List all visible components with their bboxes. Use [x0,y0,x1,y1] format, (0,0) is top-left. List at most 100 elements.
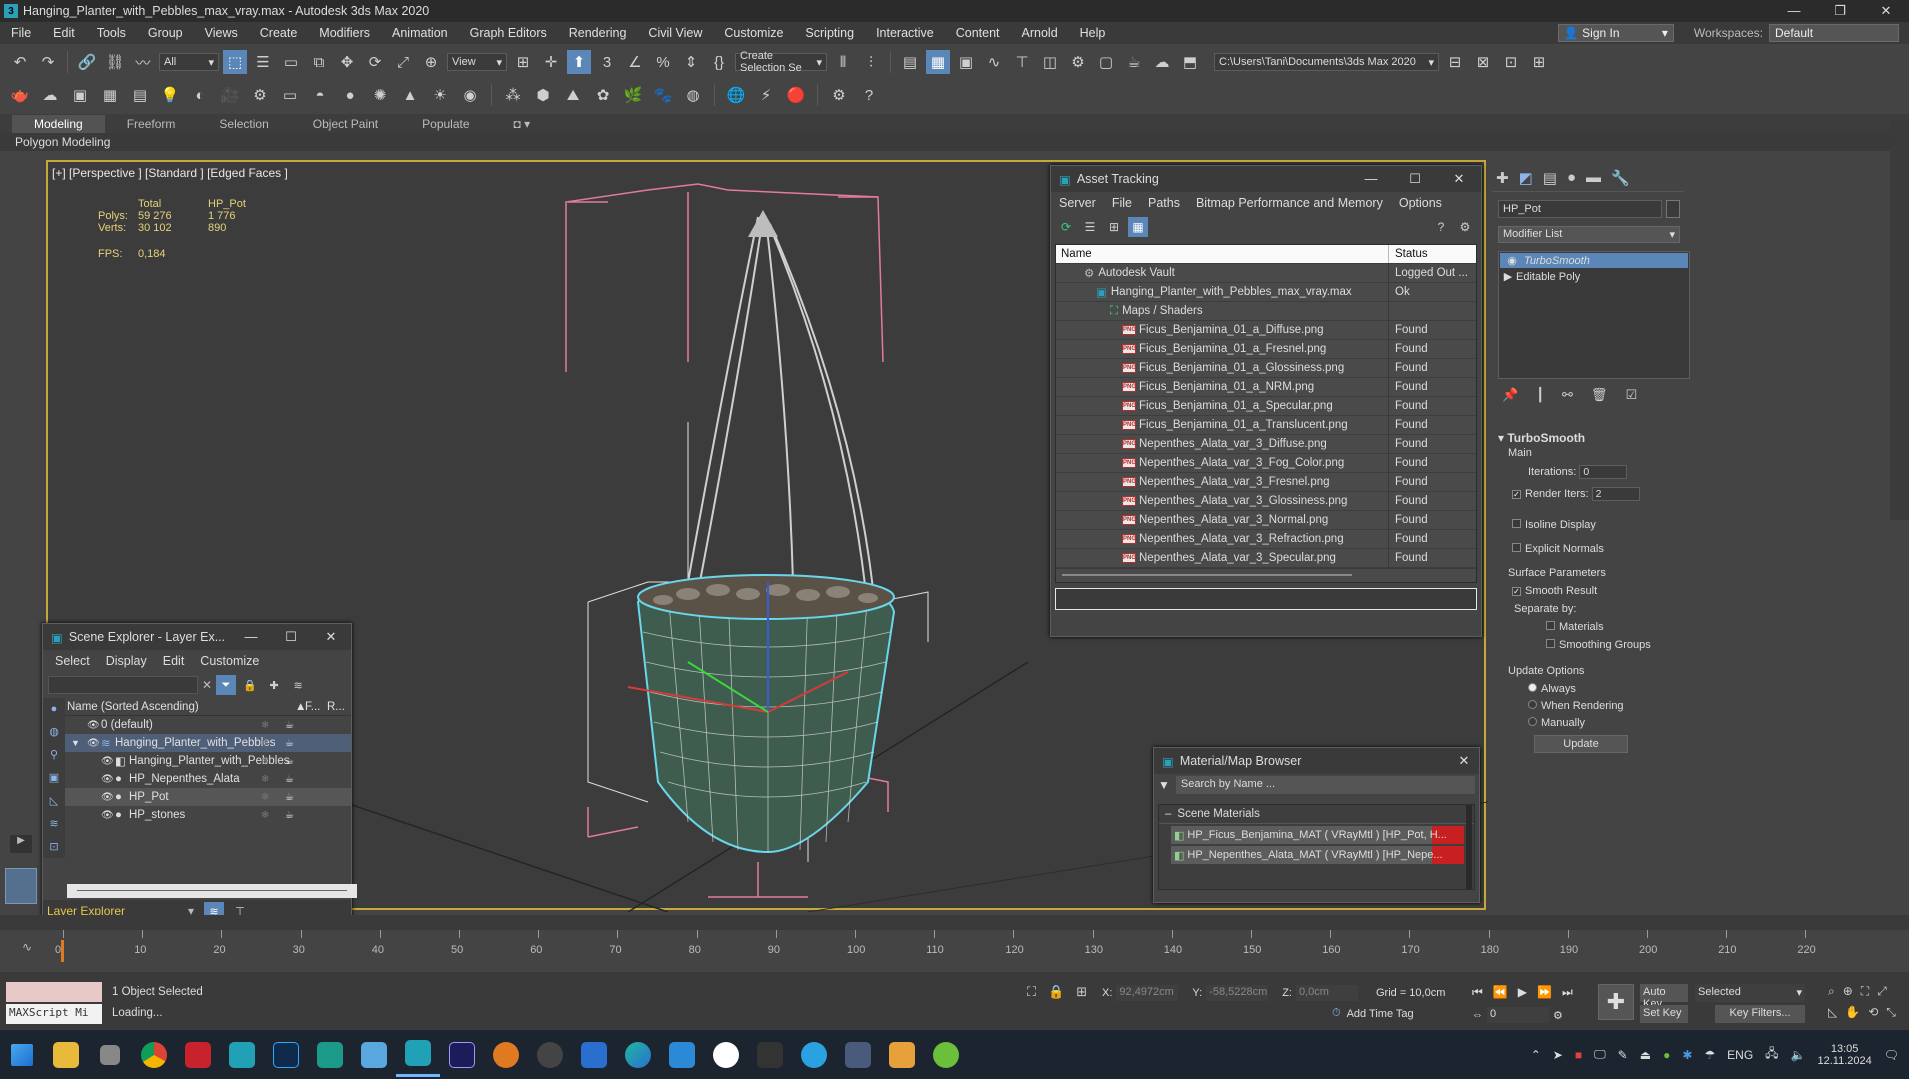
project-new-icon[interactable]: ⊡ [1499,50,1523,74]
curve-editor-icon[interactable]: ∿ [982,50,1006,74]
expand-icon[interactable]: ▶ [1500,270,1516,283]
set-keys-button[interactable]: ✚ [1598,984,1634,1020]
asset-row[interactable]: PNG Nepenthes_Alata_var_3_Fog_Color.png Fo… [1056,454,1476,473]
render-element-icon[interactable]: ⚙ [248,83,272,107]
col-freeze[interactable]: F... [305,701,327,713]
photoshop-icon[interactable] [264,1033,308,1077]
scene-row[interactable]: 👁 ● HP_Pot ❄ ☕ [65,788,351,806]
tray-send-icon[interactable]: ➤ [1553,1048,1563,1062]
asset-row[interactable]: ⚙ Autodesk Vault Logged Out ... [1056,264,1476,283]
selection-lock-icon[interactable]: 🔒 [1048,984,1064,1000]
maxscript-mini-listener[interactable]: MAXScript Mi [6,1004,102,1024]
asset-row[interactable]: PNG Ficus_Benjamina_01_a_Fresnel.png Found [1056,340,1476,359]
tab-object-paint[interactable]: Object Paint [291,115,400,133]
smoothing-groups-checkbox[interactable] [1546,639,1555,648]
modifier-list-dropdown[interactable]: Modifier List ▾ [1498,226,1680,243]
menu-arnold[interactable]: Arnold [1011,26,1069,40]
configure-sets-icon[interactable]: ☑ [1625,387,1637,403]
percent-snap-icon[interactable]: % [651,50,675,74]
terminal-icon[interactable] [748,1033,792,1077]
hair-icon[interactable]: 🐾 [651,83,675,107]
menu-file[interactable]: File [0,26,42,40]
when-rendering-radio[interactable] [1528,700,1537,709]
asset-help-icon[interactable]: ? [1431,217,1451,237]
asset-minimize-button[interactable]: — [1349,171,1393,187]
eye-icon[interactable]: 👁 [87,720,101,731]
asset-row[interactable]: ▣ Hanging_Planter_with_Pebbles_max_vray.m… [1056,283,1476,302]
asset-row[interactable]: PNG Ficus_Benjamina_01_a_Translucent.png F… [1056,416,1476,435]
sun-icon[interactable]: ☀ [428,83,452,107]
start-button[interactable] [0,1033,44,1077]
hierarchy-tab-icon[interactable]: ▤ [1543,169,1557,187]
minimize-button[interactable]: — [1771,3,1817,19]
freeze-icon[interactable]: ❄ [261,720,269,731]
next-frame-icon[interactable]: ⏩ [1537,985,1552,1000]
material-item-ficus[interactable]: ◧ HP_Ficus_Benjamina_MAT ( VRayMtl ) [HP_… [1171,826,1464,844]
scale-icon[interactable]: ⤢ [391,50,415,74]
utorrent-icon[interactable] [924,1033,968,1077]
motion-tab-icon[interactable]: ● [1567,169,1576,187]
create-tab-icon[interactable]: ✚ [1496,169,1509,187]
create-selection-set-dropdown[interactable]: Create Selection Se ▾ [735,50,827,74]
3dsmax-active-icon[interactable] [396,1033,440,1077]
fov-icon[interactable]: ◺ [1828,1005,1837,1020]
polygon-modeling-label[interactable]: Polygon Modeling [0,133,1909,151]
align-icon[interactable]: ⫶ [859,50,883,74]
tree-view-icon[interactable]: ⊞ [1104,217,1124,237]
menu-customize[interactable]: Customize [713,26,794,40]
viewport-layout-icon[interactable] [5,868,37,904]
auto-key-button[interactable]: Auto Key [1640,984,1688,1010]
menu-interactive[interactable]: Interactive [865,26,945,40]
asset-maximize-button[interactable]: ☐ [1393,171,1437,187]
undo-icon[interactable]: ↶ [8,50,32,74]
language-indicator[interactable]: ENG [1727,1048,1753,1062]
app-green-icon[interactable] [308,1033,352,1077]
project-settings-icon[interactable]: ⊞ [1527,50,1551,74]
asset-row[interactable]: PNG Ficus_Benjamina_01_a_Diffuse.png Found [1056,321,1476,340]
dome-icon[interactable]: ◓ [308,83,332,107]
scene-row[interactable]: 👁 ● HP_Nepenthes_Alata ❄ ☕ [65,770,351,788]
task-view-icon[interactable] [88,1033,132,1077]
timeline-ruler[interactable]: 0 10 20 30 40 50 60 70 80 90 100 110 120 130 140 150 160… [55,930,1855,965]
absolute-mode-icon[interactable]: ⊞ [1076,984,1087,1000]
close-button[interactable]: ✕ [1863,3,1909,19]
tray-pen-icon[interactable]: ✎ [1618,1048,1628,1062]
eye-icon[interactable]: 👁 [101,756,115,767]
edge-icon[interactable] [616,1033,660,1077]
scene-row[interactable]: 👁 ◧ Hanging_Planter_with_Pebbles ❄ ☕ [65,752,351,770]
asset-row[interactable]: PNG Nepenthes_Alata_var_3_Diffuse.png Foun… [1056,435,1476,454]
mat-convert-icon[interactable]: ⚡ [754,83,778,107]
matb-options-icon[interactable]: ▼ [1158,778,1170,792]
tray-app-icon[interactable]: ☂ [1704,1048,1715,1062]
keyboard-shortcut-override-icon[interactable]: ⬆ [567,50,591,74]
scene-scrollbar[interactable] [67,884,357,898]
col-render[interactable]: R... [327,701,345,713]
freeze-icon[interactable]: ❄ [261,792,269,803]
asset-row[interactable]: PNG Nepenthes_Alata_var_3_Fresnel.png Foun… [1056,473,1476,492]
manually-radio[interactable] [1528,717,1537,726]
modify-tab-icon[interactable]: ◩ [1519,169,1533,187]
scene-menu-display[interactable]: Display [98,654,155,668]
teapot-icon[interactable]: 🫖 [8,83,32,107]
app-search-icon[interactable] [528,1033,572,1077]
display-tab-icon[interactable]: ▬ [1586,169,1601,187]
current-frame-field[interactable]: 0 [1487,1007,1549,1023]
asset-tracking-titlebar[interactable]: ▣ Asset Tracking — ☐ ✕ [1051,166,1481,192]
render-iters-spinner[interactable]: 2 [1591,487,1640,501]
menu-modifiers[interactable]: Modifiers [308,26,381,40]
render-iterative-icon[interactable]: ⬒ [1178,50,1202,74]
snaps-toggle-icon[interactable]: 3 [595,50,619,74]
spinner-snap-icon[interactable]: ⇕ [679,50,703,74]
project-folder-dropdown[interactable]: C:\Users\Tani\Documents\3ds Max 2020 ▾ [1214,53,1439,71]
material-editor-icon[interactable]: ◫ [1038,50,1062,74]
displacement-icon[interactable]: ⛰ [561,83,585,107]
project-open-icon[interactable]: ⊟ [1443,50,1467,74]
z-coord-field[interactable]: 0,0cm [1295,985,1358,1001]
yandex-icon[interactable] [704,1033,748,1077]
telegram-icon[interactable] [792,1033,836,1077]
expand-icon[interactable]: ▼ [71,738,87,748]
reference-coord-dropdown[interactable]: View ▾ [447,53,507,71]
tray-utorrent-icon[interactable]: ● [1663,1048,1670,1062]
x-coord-field[interactable]: 92,4972cm [1116,985,1179,1001]
asset-row[interactable]: PNG Nepenthes_Alata_var_3_Refraction.png F… [1056,530,1476,549]
